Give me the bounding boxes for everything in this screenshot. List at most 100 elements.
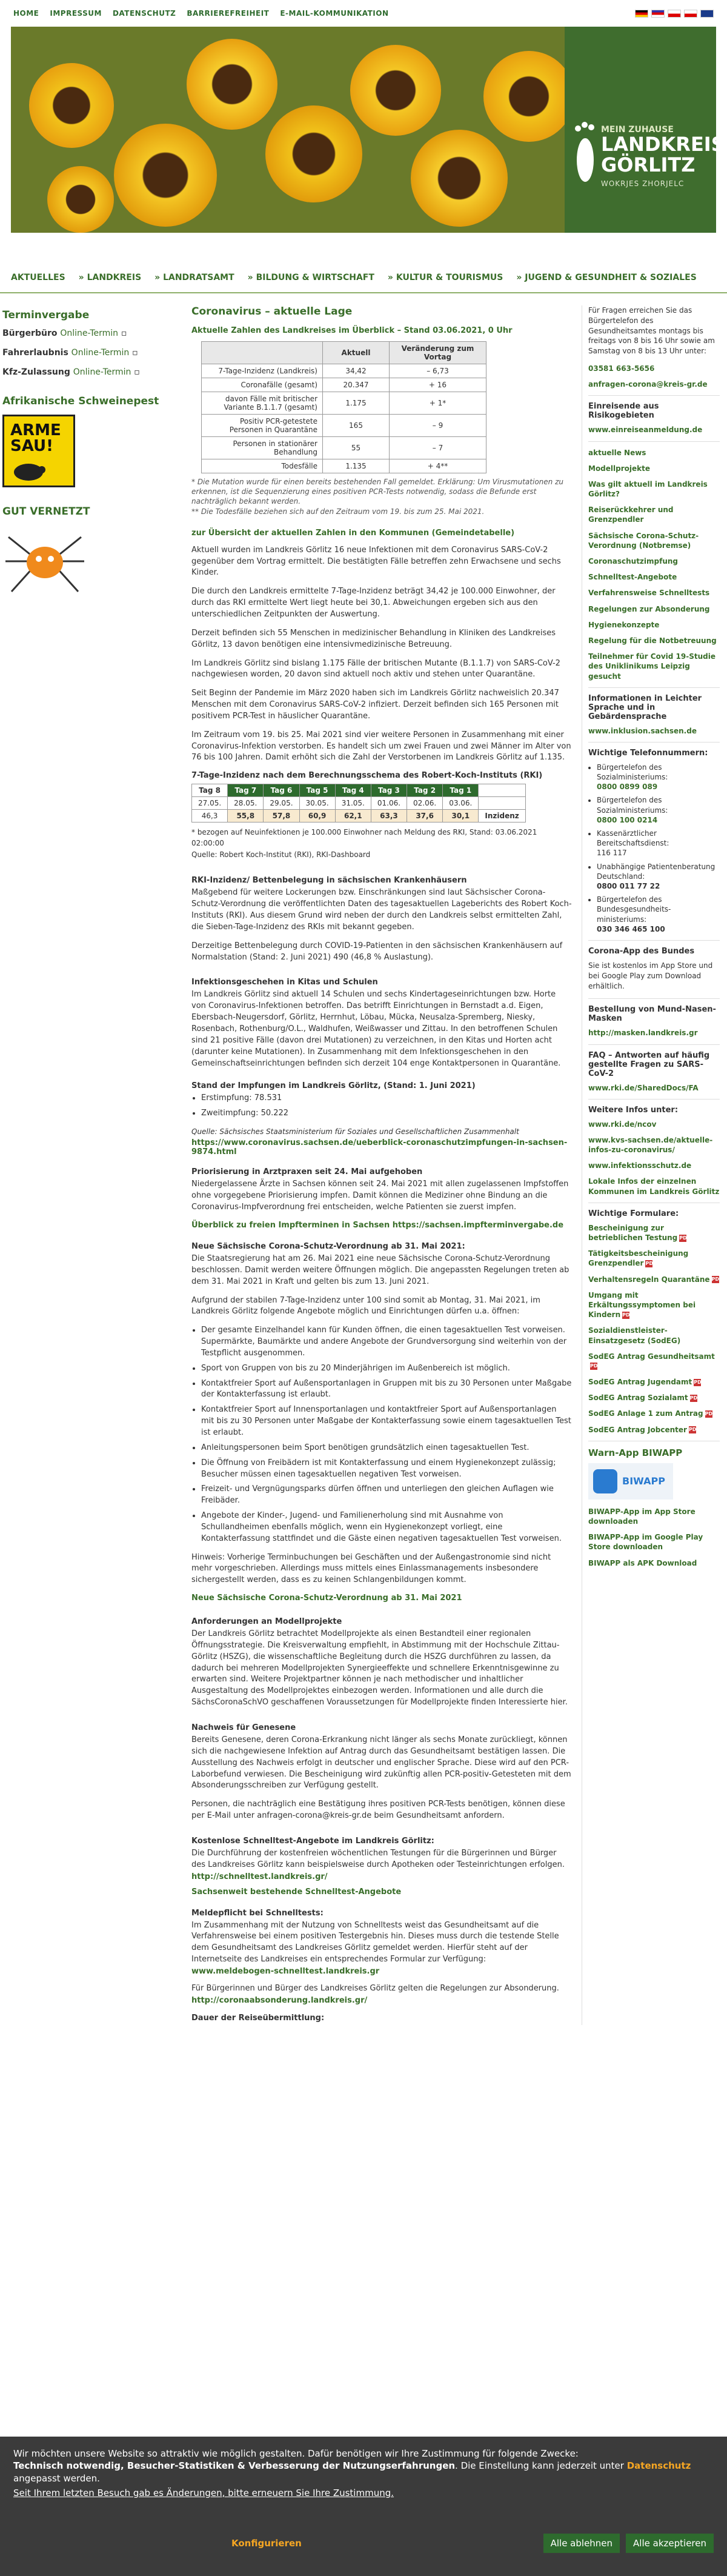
masken-link[interactable]: http://masken.landkreis.gr (588, 1028, 720, 1038)
prio-title: Priorisierung in Arztpraxen seit 24. Mai… (191, 1167, 423, 1177)
rlink-reise[interactable]: Reiserückkehrer und Grenzpendler (588, 505, 720, 524)
mainnav-jugend[interactable]: » JUGEND & GESUNDHEIT & SOZIALES (516, 273, 696, 282)
cookie-consent-banner: Wir möchten unsere Website so attraktiv … (0, 2437, 727, 2576)
header-banner: MEIN ZUHAUSE LANDKREIS GÖRLITZ WOKRJES ZH… (11, 27, 716, 233)
vo-list: Der gesamte Einzelhandel kann für Kunden… (201, 1325, 572, 1544)
rlink-studie[interactable]: Teilnehmer für Covid 19-Studie des Unikl… (588, 652, 720, 681)
rlink-aktuell[interactable]: Was gilt aktuell im Landkreis Görlitz? (588, 479, 720, 499)
language-flags (635, 9, 714, 18)
einreise-link[interactable]: www.einreiseanmeldung.de (588, 425, 720, 435)
rlink-absonderung[interactable]: Regelungen zur Absonderung (588, 604, 720, 614)
hotline-mail[interactable]: anfragen-corona@kreis-gr.de (588, 379, 720, 389)
mainnav-aktuelles[interactable]: AKTUELLES (11, 273, 65, 282)
termin-buergerbuero[interactable]: Bürgerbüro Online-Termin ▫ (2, 329, 182, 338)
mainnav-landkreis[interactable]: » LANDKREIS (79, 273, 142, 282)
schnelltest-sachsen-link[interactable]: Sachsenweit bestehende Schnelltest-Angeb… (191, 1887, 572, 1897)
biwapp-title: Warn-App BIWAPP (588, 1447, 683, 1458)
pdf-icon: PDF (688, 1426, 700, 1434)
termin-kfz[interactable]: Kfz-Zulassung Online-Termin ▫ (2, 367, 182, 377)
biwapp-apk[interactable]: BIWAPP als APK Download (588, 1558, 720, 1568)
leicht-title: Informationen in Leichter Sprache und in… (588, 693, 702, 721)
weiter-link-rki[interactable]: www.rki.de/ncov (588, 1119, 720, 1129)
form-sodeg-ga[interactable]: SodEG Antrag GesundheitsamtPDF (588, 1352, 720, 1371)
einreise-title: Einreisende aus Risikogebieten (588, 402, 659, 421)
mainnav-bildung[interactable]: » BILDUNG & WIRTSCHAFT (248, 273, 374, 282)
form-betrieb[interactable]: Bescheinigung zur betrieblichen Testung P… (588, 1223, 720, 1243)
tel-title: Wichtige Telefonnummern: (588, 748, 708, 758)
weiter-title: Weitere Infos unter: (588, 1105, 679, 1115)
biwapp-play[interactable]: BIWAPP-App im Google Play Store download… (588, 1532, 720, 1552)
pdf-icon: PDF (590, 1363, 601, 1370)
mainnav-kultur[interactable]: » KULTUR & TOURISMUS (388, 273, 503, 282)
consent-datenschutz-link[interactable]: Datenschutz (627, 2460, 691, 2471)
nav-datenschutz[interactable]: DATENSCHUTZ (113, 9, 176, 18)
flag-cz-icon[interactable] (684, 9, 697, 18)
rlink-news[interactable]: aktuelle News (588, 448, 720, 458)
biwapp-appstore[interactable]: BIWAPP-App im App Store downloaden (588, 1507, 720, 1526)
rlink-verordnung[interactable]: Sächsische Corona-Schutz-Verordnung (Not… (588, 531, 720, 550)
form-kinder[interactable]: Umgang mit Erkältungssymptomen bei Kinde… (588, 1290, 720, 1320)
list-item: Sport von Gruppen von bis zu 20 Minderjä… (201, 1363, 572, 1375)
district-logo[interactable]: MEIN ZUHAUSE LANDKREIS GÖRLITZ WOKRJES ZH… (565, 27, 716, 233)
main-nav: AKTUELLES » LANDKREIS » LANDRATSAMT » BI… (0, 263, 727, 293)
reject-all-button[interactable]: Alle ablehnen (543, 2534, 620, 2554)
form-sodeg-ja[interactable]: SodEG Antrag Jugendamt PDF (588, 1377, 720, 1387)
flag-sorb-icon[interactable] (651, 9, 665, 18)
rki-source[interactable]: Quelle: Robert Koch-Institut (RKI), RKI-… (191, 850, 572, 860)
flag-en-icon[interactable] (700, 9, 714, 18)
app-title: Corona-App des Bundes (588, 946, 695, 956)
impf-title: Stand der Impfungen im Landkreis Görlitz… (191, 1081, 476, 1091)
spider-network-icon[interactable] (2, 525, 87, 604)
rki-note: * bezogen auf Neuinfektionen je 100.000 … (191, 828, 537, 847)
leicht-link[interactable]: www.inklusion.sachsen.de (588, 726, 720, 736)
logo-name: LANDKREIS GÖRLITZ (601, 133, 716, 176)
meldebogen-link[interactable]: www.meldebogen-schnelltest.landkreis.gr (191, 1967, 572, 1976)
impftermine-link[interactable]: Überblick zu freien Impfterminen in Sach… (191, 1221, 572, 1230)
hotline-phone[interactable]: 03581 663-5656 (588, 364, 720, 373)
nav-email[interactable]: E-MAIL-KOMMUNIKATION (280, 9, 388, 18)
absonderung-link[interactable]: http://coronaabsonderung.landkreis.gr/ (191, 1996, 572, 2005)
flag-de-icon[interactable] (635, 9, 648, 18)
asf-banner[interactable]: ARME SAU! (2, 415, 75, 487)
left-sidebar: Terminvergabe Bürgerbüro Online-Termin ▫… (0, 305, 182, 2025)
impf-link[interactable]: https://www.coronavirus.sachsen.de/ueber… (191, 1138, 572, 1156)
configure-button[interactable]: Konfigurieren (231, 2537, 302, 2549)
form-sodeg[interactable]: Sozialdienstleister-Einsatzgesetz (SodEG… (588, 1326, 720, 1345)
list-item: Die Öffnung von Freibädern ist mit Konta… (201, 1458, 572, 1481)
rlink-impfung[interactable]: Coronaschutzimpfung (588, 556, 720, 566)
form-quarantaene[interactable]: Verhaltensregeln Quarantäne PDF (588, 1275, 723, 1284)
weiter-link-kvs[interactable]: www.kvs-sachsen.de/aktuelle-infos-zu-cor… (588, 1135, 720, 1155)
schnelltest-title: Kostenlose Schnelltest-Angebote im Landk… (191, 1836, 434, 1846)
gemeinde-table-link[interactable]: zur Übersicht der aktuellen Zahlen in de… (191, 529, 572, 538)
para-incidence: Die durch den Landkreis ermittelte 7-Tag… (191, 587, 556, 619)
flag-pl-icon[interactable] (668, 9, 681, 18)
pdf-icon: PDF (705, 1410, 716, 1418)
form-grenzpendler[interactable]: Tätigkeitsbescheinigung Grenzpendler PDF (588, 1249, 720, 1268)
table-notes: * Die Mutation wurde für einen bereits b… (191, 478, 563, 516)
mainnav-landratsamt[interactable]: » LANDRATSAMT (154, 273, 234, 282)
para-hospital: Derzeit befinden sich 55 Menschen in med… (191, 628, 556, 649)
biwapp-logo[interactable]: BIWAPP (588, 1463, 673, 1500)
weiter-link-kommunen[interactable]: Lokale Infos der einzelnen Kommunen im L… (588, 1176, 720, 1196)
rlink-notbetreuung[interactable]: Regelung für die Notbetreuung (588, 636, 720, 646)
rlink-hygiene[interactable]: Hygienekonzepte (588, 620, 720, 630)
termin-fahrerlaubnis[interactable]: Fahrerlaubnis Online-Termin ▫ (2, 348, 182, 358)
faq-link[interactable]: www.rki.de/SharedDocs/FA (588, 1083, 720, 1093)
pdf-icon: PDF (694, 1378, 705, 1386)
nav-barrierefreiheit[interactable]: BARRIEREFREIHEIT (187, 9, 269, 18)
rlink-modell[interactable]: Modellprojekte (588, 464, 720, 473)
form-sodeg-jc[interactable]: SodEG Antrag Jobcenter PDF (588, 1425, 720, 1435)
accept-all-button[interactable]: Alle akzeptieren (626, 2534, 714, 2554)
form-sodeg-anlage[interactable]: SodEG Anlage 1 zum Antrag PDF (588, 1409, 720, 1418)
footprint-logo-icon (575, 122, 594, 182)
weiter-link-infektionsschutz[interactable]: www.infektionsschutz.de (588, 1161, 720, 1170)
rlink-verfahren[interactable]: Verfahrensweise Schnelltests (588, 588, 720, 598)
schnelltest-link[interactable]: http://schnelltest.landkreis.gr/ (191, 1872, 572, 1881)
nav-impressum[interactable]: IMPRESSUM (50, 9, 102, 18)
vo-link[interactable]: Neue Sächsische Corona-Schutz-Verordnung… (191, 1593, 572, 1603)
rlink-schnelltest[interactable]: Schnelltest-Angebote (588, 572, 720, 582)
kita-para: Im Landkreis Görlitz sind aktuell 14 Sch… (191, 990, 561, 1068)
nav-home[interactable]: HOME (13, 9, 39, 18)
form-sodeg-sa[interactable]: SodEG Antrag Sozialamt PDF (588, 1393, 720, 1403)
vo-title: Neue Sächsische Corona-Schutz-Verordnung… (191, 1242, 465, 1251)
